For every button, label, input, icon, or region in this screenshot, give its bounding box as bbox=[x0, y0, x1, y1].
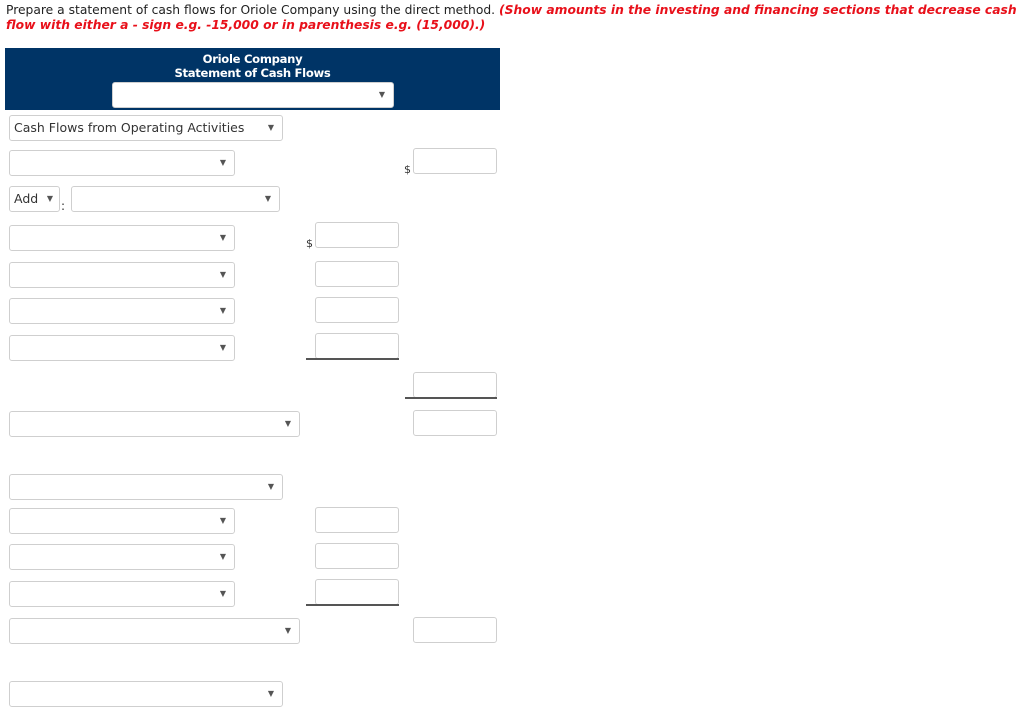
period-select[interactable]: ▼ bbox=[112, 82, 394, 108]
amount-input[interactable] bbox=[413, 148, 497, 174]
line-item-select[interactable]: ▼ bbox=[9, 225, 235, 251]
amount-input[interactable] bbox=[413, 410, 497, 436]
amount-input[interactable] bbox=[315, 222, 399, 248]
chevron-down-icon: ▼ bbox=[378, 90, 385, 99]
line-item-select[interactable]: ▼ bbox=[9, 581, 235, 607]
line-item-select[interactable]: ▼ bbox=[9, 335, 235, 361]
instructions-text: Prepare a statement of cash flows for Or… bbox=[6, 3, 496, 17]
total-underline bbox=[405, 397, 497, 399]
chevron-down-icon: ▼ bbox=[219, 343, 226, 352]
section-select-operating[interactable]: Cash Flows from Operating Activities ▼ bbox=[9, 115, 283, 141]
chevron-down-icon: ▼ bbox=[219, 589, 226, 598]
adjustment-heading-select[interactable]: ▼ bbox=[71, 186, 280, 212]
amount-input[interactable] bbox=[413, 617, 497, 643]
amount-input[interactable] bbox=[315, 297, 399, 323]
chevron-down-icon: ▼ bbox=[219, 552, 226, 561]
chevron-down-icon: ▼ bbox=[46, 194, 53, 203]
chevron-down-icon: ▼ bbox=[284, 626, 291, 635]
subtotal-underline bbox=[306, 358, 399, 360]
amount-input[interactable] bbox=[315, 333, 399, 359]
chevron-down-icon: ▼ bbox=[284, 419, 291, 428]
add-less-select[interactable]: Add ▼ bbox=[9, 186, 60, 212]
dollar-sign: $ bbox=[306, 237, 313, 250]
line-item-select[interactable]: ▼ bbox=[9, 150, 235, 176]
chevron-down-icon: ▼ bbox=[219, 516, 226, 525]
chevron-down-icon: ▼ bbox=[267, 123, 274, 132]
chevron-down-icon: ▼ bbox=[219, 306, 226, 315]
chevron-down-icon: ▼ bbox=[267, 689, 274, 698]
company-name: Oriole Company bbox=[202, 52, 303, 66]
line-item-select[interactable]: ▼ bbox=[9, 508, 235, 534]
line-item-select[interactable]: ▼ bbox=[9, 298, 235, 324]
net-cash-select[interactable]: ▼ bbox=[9, 411, 300, 437]
total-amount-input[interactable] bbox=[413, 372, 497, 398]
statement-title: Statement of Cash Flows bbox=[174, 66, 331, 80]
chevron-down-icon: ▼ bbox=[219, 233, 226, 242]
section-select-operating-value: Cash Flows from Operating Activities bbox=[14, 120, 245, 135]
colon-separator: : bbox=[61, 199, 66, 213]
amount-input[interactable] bbox=[315, 579, 399, 605]
add-less-select-value: Add bbox=[14, 191, 39, 206]
amount-input[interactable] bbox=[315, 507, 399, 533]
line-item-select[interactable]: ▼ bbox=[9, 544, 235, 570]
instructions: Prepare a statement of cash flows for Or… bbox=[6, 3, 1021, 33]
subtotal-underline bbox=[306, 604, 399, 606]
chevron-down-icon: ▼ bbox=[219, 270, 226, 279]
net-cash-select[interactable]: ▼ bbox=[9, 618, 300, 644]
section-select[interactable]: ▼ bbox=[9, 474, 283, 500]
amount-input[interactable] bbox=[315, 261, 399, 287]
section-select[interactable]: ▼ bbox=[9, 681, 283, 707]
chevron-down-icon: ▼ bbox=[267, 482, 274, 491]
chevron-down-icon: ▼ bbox=[219, 158, 226, 167]
chevron-down-icon: ▼ bbox=[264, 194, 271, 203]
amount-input[interactable] bbox=[315, 543, 399, 569]
line-item-select[interactable]: ▼ bbox=[9, 262, 235, 288]
dollar-sign: $ bbox=[404, 163, 411, 176]
